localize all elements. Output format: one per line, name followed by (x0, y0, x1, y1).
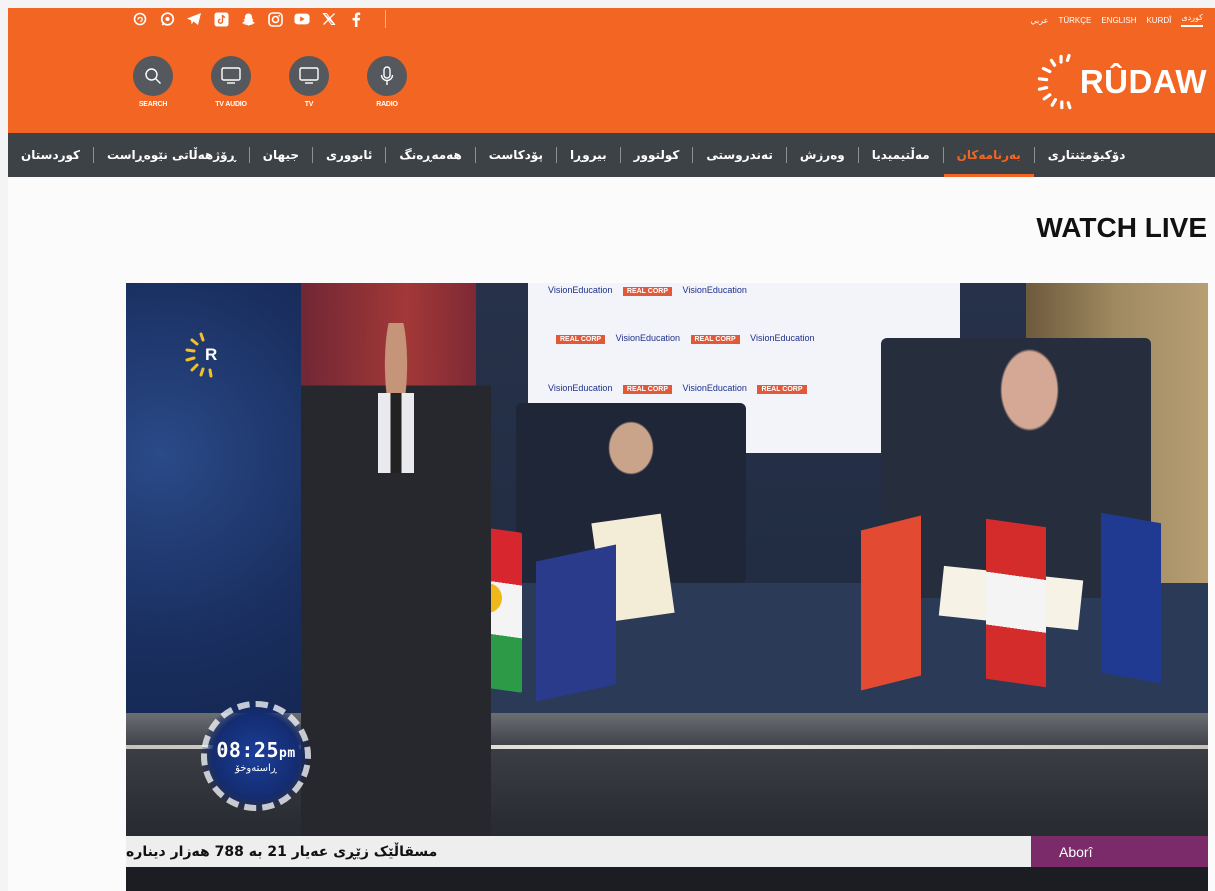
backdrop-brand-badge: REAL CORP (690, 335, 740, 344)
radio-button-circle[interactable] (367, 56, 407, 96)
lang-turkish[interactable]: TÜRKÇE (1058, 16, 1091, 25)
nav-item-variety[interactable]: هەمەڕەنگ (386, 133, 474, 177)
clock-time-suffix: pm (279, 746, 296, 761)
instagram-icon[interactable] (267, 11, 283, 27)
microphone-icon (380, 66, 394, 85)
lang-kurdi-latin[interactable]: KURDÎ (1146, 16, 1171, 25)
nav-item-world[interactable]: جیهان (250, 133, 312, 177)
tv-audio-button-label: TV AUDIO (215, 101, 247, 108)
tv-audio-icon (221, 67, 241, 84)
backdrop-brand-text: VisionEducation (615, 333, 681, 343)
search-icon (145, 68, 161, 84)
nav-item-sport[interactable]: وەرزش (787, 133, 858, 177)
social-links (132, 8, 386, 30)
youtube-icon[interactable] (294, 11, 310, 27)
lang-kurdish-sorani[interactable]: کوردی (1181, 13, 1203, 27)
nav-item-middle-east[interactable]: ڕۆژهەڵاتی نێوەڕاست (94, 133, 249, 177)
news-ticker: مسقاڵێک زێڕی عەیار 21 بە 788 هەزار دینار… (126, 836, 1208, 867)
radio-button-label: RADIO (376, 101, 398, 108)
backdrop-brand-badge: REAL CORP (622, 287, 673, 296)
nav-item-opinion[interactable]: بیروڕا (557, 133, 620, 177)
nav-item-kurdistan[interactable]: کوردستان (8, 133, 93, 177)
lang-english[interactable]: ENGLISH (1101, 16, 1136, 25)
page-frame: عربي TÜRKÇE ENGLISH KURDÎ کوردی SEARCH T… (8, 8, 1215, 891)
backdrop-brand-text: VisionEducation (682, 285, 747, 295)
backdrop-brand-text: VisionEducation (548, 285, 613, 295)
austria-flag (986, 518, 1046, 688)
clock-live-label: ڕاستەوخۆ (235, 763, 277, 774)
real-corp-flag (861, 515, 921, 691)
ticker-category: Aborî (1031, 836, 1208, 867)
nav-item-podcast[interactable]: پۆدکاست (476, 133, 556, 177)
backdrop-row: REAL CORP VisionEducation REAL CORP Visi… (548, 333, 815, 344)
clock-time: 08:25pm (216, 738, 295, 762)
page-title: WATCH LIVE (1036, 212, 1207, 243)
snapchat-icon[interactable] (240, 11, 256, 27)
rudaw-sun-icon (1037, 53, 1072, 110)
backdrop-brand-text: VisionEducation (548, 383, 613, 393)
site-header: عربي TÜRKÇE ENGLISH KURDÎ کوردی SEARCH T… (8, 8, 1215, 133)
main-nav: کوردستان ڕۆژهەڵاتی نێوەڕاست جیهان ئابوور… (8, 133, 1215, 177)
nav-item-multimedia[interactable]: مەڵتیمیدیا (859, 133, 943, 177)
nav-item-health[interactable]: تەندروستی (693, 133, 785, 177)
backdrop-brand-badge: REAL CORP (556, 335, 606, 344)
nav-item-programs[interactable]: بەرنامەکان (943, 133, 1034, 177)
search-button-circle[interactable] (133, 56, 173, 96)
social-divider (385, 10, 386, 28)
search-button[interactable]: SEARCH (125, 56, 181, 108)
telegram-icon[interactable] (186, 11, 202, 27)
eu-flag (1101, 512, 1161, 684)
ticker-bottom-bar (126, 867, 1208, 891)
live-clock: 08:25pm ڕاستەوخۆ (201, 701, 311, 811)
language-switcher: عربي TÜRKÇE ENGLISH KURDÎ کوردی (1030, 10, 1203, 30)
tv-button[interactable]: TV (281, 56, 337, 108)
backdrop-brand-text: VisionEducation (682, 383, 747, 393)
backdrop-brand-badge: REAL CORP (622, 385, 673, 394)
blue-flag (536, 544, 616, 702)
rudaw-logo[interactable]: RÛDAW (1037, 42, 1207, 122)
ticker-headline: مسقاڵێک زێڕی عەیار 21 بە 788 هەزار دینار… (126, 836, 1031, 867)
live-video-player[interactable]: VisionEducation REAL CORP VisionEducatio… (126, 283, 1208, 891)
nav-item-documentary[interactable]: دۆکیۆمێنتاری (1035, 133, 1139, 177)
backdrop-row: VisionEducation REAL CORP VisionEducatio… (548, 383, 815, 394)
backdrop-brand-badge: REAL CORP (757, 385, 807, 394)
lang-arabic[interactable]: عربي (1030, 16, 1048, 25)
svg-text:R: R (205, 345, 217, 364)
tiktok-icon[interactable] (213, 11, 229, 27)
backdrop-brand-text: VisionEducation (750, 333, 815, 343)
search-button-label: SEARCH (138, 101, 168, 108)
media-buttons: SEARCH TV AUDIO TV RADIO (125, 56, 415, 108)
tv-audio-button-circle[interactable] (211, 56, 251, 96)
logo-wordmark: RÛDAW (1079, 63, 1207, 100)
backdrop-row: VisionEducation REAL CORP VisionEducatio… (548, 285, 747, 296)
nav-item-culture[interactable]: کولتوور (621, 133, 693, 177)
tv-button-label: TV (304, 101, 314, 108)
threads-icon[interactable] (132, 11, 148, 27)
presenter-shirt (378, 393, 414, 473)
tv-button-circle[interactable] (289, 56, 329, 96)
channel-logo-icon: R (185, 332, 217, 378)
whatsapp-icon[interactable] (159, 11, 175, 27)
nav-item-economy[interactable]: ئابووری (313, 133, 385, 177)
clock-time-value: 08:25 (216, 738, 280, 762)
radio-button[interactable]: RADIO (359, 56, 415, 108)
x-icon[interactable] (321, 11, 337, 27)
tv-audio-button[interactable]: TV AUDIO (203, 56, 259, 108)
tv-icon (299, 67, 319, 84)
facebook-icon[interactable] (348, 11, 364, 27)
